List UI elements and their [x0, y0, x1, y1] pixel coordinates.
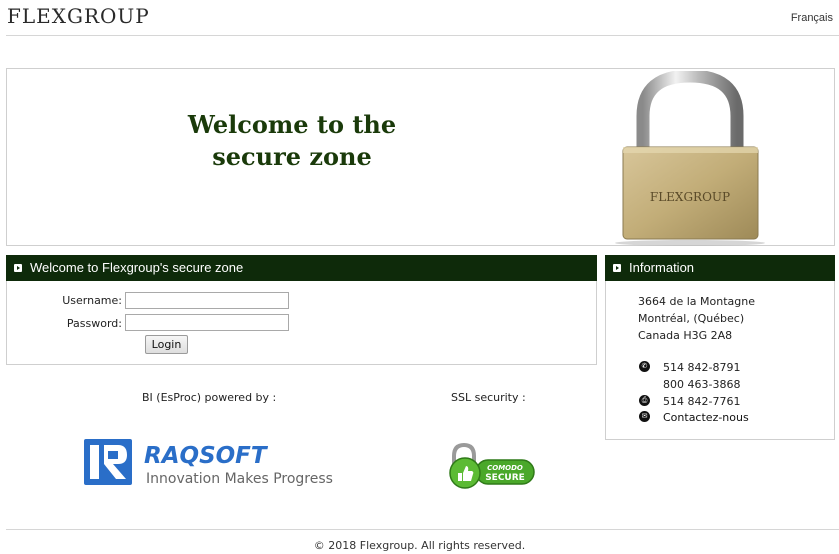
- fax-icon: ⎙: [639, 395, 650, 406]
- raqsoft-logo[interactable]: RAQSOFT Innovation Makes Progress: [84, 437, 364, 489]
- welcome-heading-line1: Welcome to the: [187, 110, 397, 139]
- info-panel-title: Information: [629, 260, 695, 275]
- password-label: Password:: [66, 317, 122, 330]
- username-input[interactable]: [125, 292, 289, 309]
- tollfree-number: 800 463-3868: [663, 378, 741, 391]
- info-panel-header: Information: [605, 255, 835, 281]
- comodo-bottom-text: SECURE: [485, 473, 525, 483]
- padlock-label: FLEXGROUP: [650, 190, 730, 204]
- password-input[interactable]: [125, 314, 289, 331]
- bullet-icon: [613, 264, 621, 272]
- ssl-caption: SSL security :: [451, 391, 526, 404]
- padlock-image: FLEXGROUP: [615, 71, 765, 246]
- phone-number: 514 842-8791: [663, 361, 741, 374]
- info-panel: 3664 de la Montagne Montréal, (Québec) C…: [605, 281, 835, 440]
- footer-divider: [6, 529, 839, 530]
- login-panel-header: Welcome to Flexgroup's secure zone: [6, 255, 597, 281]
- flexgroup-logo[interactable]: FLEXGROUP: [7, 4, 150, 28]
- fax-number: 514 842-7761: [663, 395, 741, 408]
- email-icon: ✉: [639, 411, 650, 422]
- address-line: Montréal, (Québec): [638, 312, 745, 325]
- welcome-banner: Welcome to the secure zone FLEXGROUP: [6, 68, 835, 246]
- address-line: 3664 de la Montagne: [638, 295, 755, 308]
- address: 3664 de la Montagne Montréal, (Québec) C…: [638, 293, 755, 344]
- bullet-icon: [14, 264, 22, 272]
- phone-icon: ✆: [639, 361, 650, 372]
- welcome-heading: Welcome to the secure zone: [167, 109, 417, 173]
- welcome-heading-line2: secure zone: [212, 142, 372, 171]
- contact-link[interactable]: Contactez-nous: [663, 409, 749, 426]
- address-line: Canada H3G 2A8: [638, 329, 733, 342]
- comodo-secure-badge[interactable]: COMODO SECURE: [444, 442, 536, 490]
- username-label: Username:: [62, 294, 122, 307]
- header-divider: [6, 35, 839, 36]
- language-link-french[interactable]: Français: [791, 12, 833, 24]
- raqsoft-tagline: Innovation Makes Progress: [146, 471, 333, 487]
- raqsoft-name: RAQSOFT: [144, 443, 269, 469]
- copyright-text: © 2018 Flexgroup. All rights reserved.: [313, 539, 526, 552]
- comodo-top-text: COMODO: [487, 464, 523, 472]
- login-form: Username: Password: Login: [6, 281, 597, 365]
- login-button[interactable]: Login: [145, 335, 188, 354]
- bi-powered-caption: BI (EsProc) powered by :: [142, 391, 277, 404]
- login-panel-title: Welcome to Flexgroup's secure zone: [30, 260, 244, 275]
